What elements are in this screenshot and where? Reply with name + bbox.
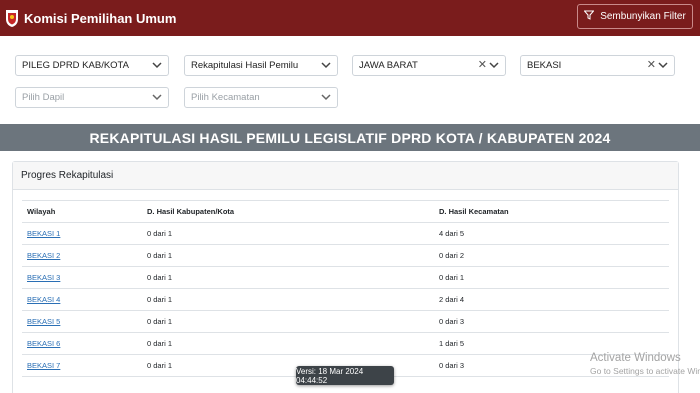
city-value: BEKASI [527,60,562,71]
chevron-down-icon [658,62,668,69]
region-link[interactable]: BEKASI 5 [27,317,60,326]
region-link[interactable]: BEKASI 2 [27,251,60,260]
chevron-down-icon [152,94,162,101]
hide-filter-button[interactable]: Sembunyikan Filter [577,4,693,29]
kec-progress: 0 dari 2 [434,244,669,267]
table-row: BEKASI 2 0 dari 1 0 dari 2 [22,244,669,267]
region-link[interactable]: BEKASI 3 [27,273,60,282]
version-tooltip: Versi: 18 Mar 2024 04:44:52 [296,366,394,385]
chevron-down-icon [321,94,331,101]
kec-progress: 0 dari 3 [434,310,669,333]
kecamatan-select[interactable]: Pilih Kecamatan [184,87,338,108]
chevron-down-icon [321,62,331,69]
table-row: BEKASI 1 0 dari 1 4 dari 5 [22,222,669,245]
province-value: JAWA BARAT [359,60,418,71]
province-select[interactable]: JAWA BARAT ✕ [352,55,506,76]
clear-icon[interactable]: ✕ [478,59,487,72]
hide-filter-label: Sembunyikan Filter [600,11,686,22]
region-link[interactable]: BEKASI 4 [27,295,60,304]
table-row: BEKASI 6 0 dari 1 1 dari 5 [22,332,669,355]
kecamatan-placeholder: Pilih Kecamatan [191,92,260,103]
card-header: Progres Rekapitulasi [13,162,678,190]
city-select[interactable]: BEKASI ✕ [520,55,675,76]
kab-progress: 0 dari 1 [142,266,434,289]
watermark-line2: Go to Settings to activate Windows. [590,366,700,376]
column-header-kabupaten: D. Hasil Kabupaten/Kota [142,200,434,223]
dapil-select[interactable]: Pilih Dapil [15,87,169,108]
region-link[interactable]: BEKASI 7 [27,361,60,370]
clear-icon[interactable]: ✕ [647,59,656,72]
election-type-select[interactable]: PILEG DPRD KAB/KOTA [15,55,169,76]
watermark-line1: Activate Windows [590,352,681,364]
kab-progress: 0 dari 1 [142,332,434,355]
table-row: BEKASI 5 0 dari 1 0 dari 3 [22,310,669,333]
column-header-wilayah: Wilayah [22,200,142,223]
table-row: BEKASI 4 0 dari 1 2 dari 4 [22,288,669,311]
chevron-down-icon [152,62,162,69]
kec-progress: 2 dari 4 [434,288,669,311]
filter-icon [583,10,595,23]
app-title: Komisi Pemilihan Umum [24,10,177,26]
progress-card: Progres Rekapitulasi Wilayah D. Hasil Ka… [12,161,679,393]
kpu-logo-icon [4,8,20,28]
region-link[interactable]: BEKASI 1 [27,229,60,238]
version-text: Versi: 18 Mar 2024 04:44:52 [296,366,364,385]
chevron-down-icon [489,62,499,69]
kab-progress: 0 dari 1 [142,288,434,311]
card-title: Progres Rekapitulasi [21,170,114,181]
table-header-row: Wilayah D. Hasil Kabupaten/Kota D. Hasil… [22,200,669,223]
windows-activation-watermark: Activate Windows Go to Settings to activ… [590,352,700,376]
column-header-kecamatan: D. Hasil Kecamatan [434,200,669,223]
page-title-banner: REKAPITULASI HASIL PEMILU LEGISLATIF DPR… [0,124,700,151]
stage-value: Rekapitulasi Hasil Pemilu [191,60,299,71]
kab-progress: 0 dari 1 [142,310,434,333]
kab-progress: 0 dari 1 [142,244,434,267]
kec-progress: 0 dari 1 [434,266,669,289]
page-title: REKAPITULASI HASIL PEMILU LEGISLATIF DPR… [89,129,611,146]
progress-table: Wilayah D. Hasil Kabupaten/Kota D. Hasil… [22,200,669,377]
region-link[interactable]: BEKASI 6 [27,339,60,348]
kab-progress: 0 dari 1 [142,222,434,245]
stage-select[interactable]: Rekapitulasi Hasil Pemilu [184,55,338,76]
table-row: BEKASI 3 0 dari 1 0 dari 1 [22,266,669,289]
election-type-value: PILEG DPRD KAB/KOTA [22,60,129,71]
top-navbar: Komisi Pemilihan Umum Sembunyikan Filter [0,0,700,36]
dapil-placeholder: Pilih Dapil [22,92,65,103]
kec-progress: 4 dari 5 [434,222,669,245]
